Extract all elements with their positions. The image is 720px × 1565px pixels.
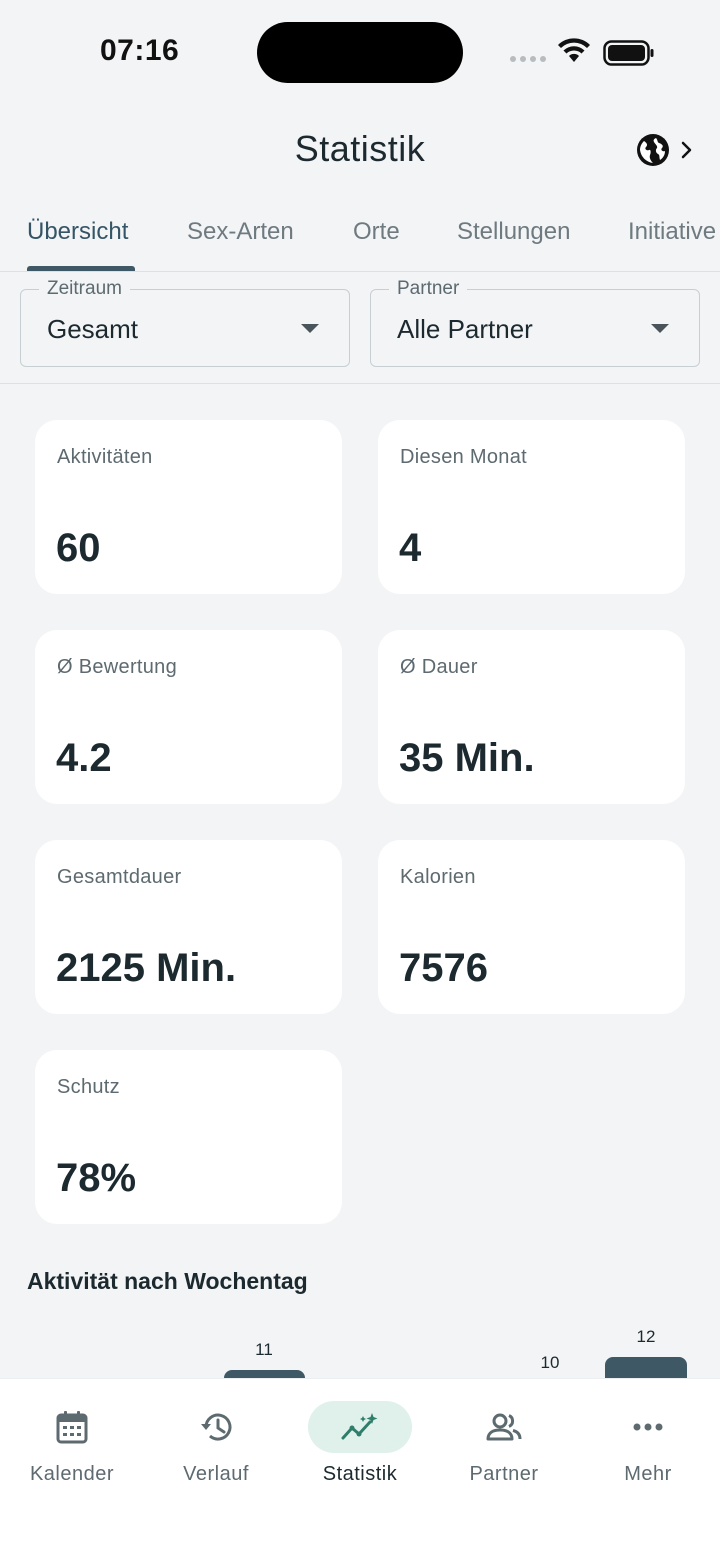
stat-card-protection: Schutz 78% <box>35 1050 342 1224</box>
filter-bar: Zeitraum Gesamt Partner Alle Partner <box>0 272 720 384</box>
stat-card-this-month: Diesen Monat 4 <box>378 420 685 594</box>
nav-partner[interactable]: Partner <box>432 1401 576 1501</box>
nav-verlauf[interactable]: Verlauf <box>144 1401 288 1501</box>
weekday-bar-chart: 11 10 12 <box>0 1320 720 1380</box>
stat-label: Schutz <box>57 1076 120 1098</box>
page-title: Statistik <box>294 128 426 169</box>
stat-card-rating: Ø Bewertung 4.2 <box>35 630 342 804</box>
app-header: Statistik <box>0 110 720 190</box>
tab-bar: Übersicht Sex-Arten Orte Stellungen Init… <box>0 200 720 272</box>
stat-value: 4.2 <box>56 736 112 780</box>
dynamic-island <box>257 22 463 83</box>
period-select[interactable]: Zeitraum Gesamt <box>20 278 350 367</box>
chevron-right-icon <box>681 141 692 159</box>
stat-value: 35 Min. <box>399 736 535 780</box>
tab-initiative[interactable]: Initiative <box>628 218 716 246</box>
nav-mehr[interactable]: Mehr <box>576 1401 720 1501</box>
nav-label: Partner <box>469 1463 539 1485</box>
partner-select-value: Alle Partner <box>397 314 533 344</box>
partner-select-label: Partner <box>389 278 468 300</box>
stat-card-calories: Kalorien 7576 <box>378 840 685 1014</box>
nav-statistik[interactable]: Statistik <box>288 1401 432 1501</box>
stat-card-total-duration: Gesamtdauer 2125 Min. <box>35 840 342 1014</box>
nav-label: Statistik <box>322 1463 398 1485</box>
nav-label: Mehr <box>624 1463 672 1485</box>
dropdown-arrow-icon <box>651 324 669 333</box>
bar-value-label: 11 <box>255 1340 273 1359</box>
more-icon <box>596 1401 700 1453</box>
tab-sex-arten[interactable]: Sex-Arten <box>187 218 294 246</box>
dropdown-arrow-icon <box>301 324 319 333</box>
battery-icon <box>603 40 654 66</box>
tab-uebersicht[interactable]: Übersicht <box>27 218 128 246</box>
stat-value: 2125 Min. <box>56 946 237 990</box>
weekday-section-title: Aktivität nach Wochentag <box>27 1268 308 1294</box>
stat-value: 78% <box>56 1156 137 1200</box>
stat-label: Gesamtdauer <box>57 866 182 888</box>
stat-label: Diesen Monat <box>400 446 527 468</box>
history-icon <box>164 1401 268 1453</box>
signal-icon <box>510 56 546 62</box>
people-icon <box>452 1401 556 1453</box>
globe-icon <box>637 134 669 166</box>
stat-label: Ø Bewertung <box>57 656 178 678</box>
period-select-value: Gesamt <box>47 314 139 344</box>
calendar-icon <box>20 1401 124 1453</box>
stat-value: 7576 <box>399 946 488 990</box>
partner-select[interactable]: Partner Alle Partner <box>370 278 700 367</box>
nav-kalender[interactable]: Kalender <box>0 1401 144 1501</box>
wifi-icon <box>558 38 590 62</box>
nav-label: Verlauf <box>183 1463 249 1485</box>
stat-label: Kalorien <box>400 866 476 888</box>
stat-card-duration: Ø Dauer 35 Min. <box>378 630 685 804</box>
tab-stellungen[interactable]: Stellungen <box>457 218 570 246</box>
screen: 07:16 Statistik Übersicht Sex-Arten Orte… <box>0 0 720 1565</box>
stat-label: Aktivitäten <box>57 446 153 468</box>
nav-label: Kalender <box>29 1463 115 1485</box>
bar-value-label: 10 <box>540 1353 560 1372</box>
stats-icon <box>308 1401 412 1453</box>
period-select-label: Zeitraum <box>39 278 130 300</box>
status-bar: 07:16 <box>0 0 720 110</box>
bottom-navigation: Kalender Verlauf Statistik Partner Mehr <box>0 1378 720 1565</box>
stat-value: 60 <box>56 526 101 570</box>
stat-card-activities: Aktivitäten 60 <box>35 420 342 594</box>
status-time: 07:16 <box>100 34 180 67</box>
tab-orte[interactable]: Orte <box>353 218 400 246</box>
bar-value-label: 12 <box>636 1327 656 1346</box>
bar <box>605 1357 687 1380</box>
stat-value: 4 <box>399 526 422 570</box>
stat-label: Ø Dauer <box>400 656 478 678</box>
language-button[interactable] <box>636 128 706 172</box>
